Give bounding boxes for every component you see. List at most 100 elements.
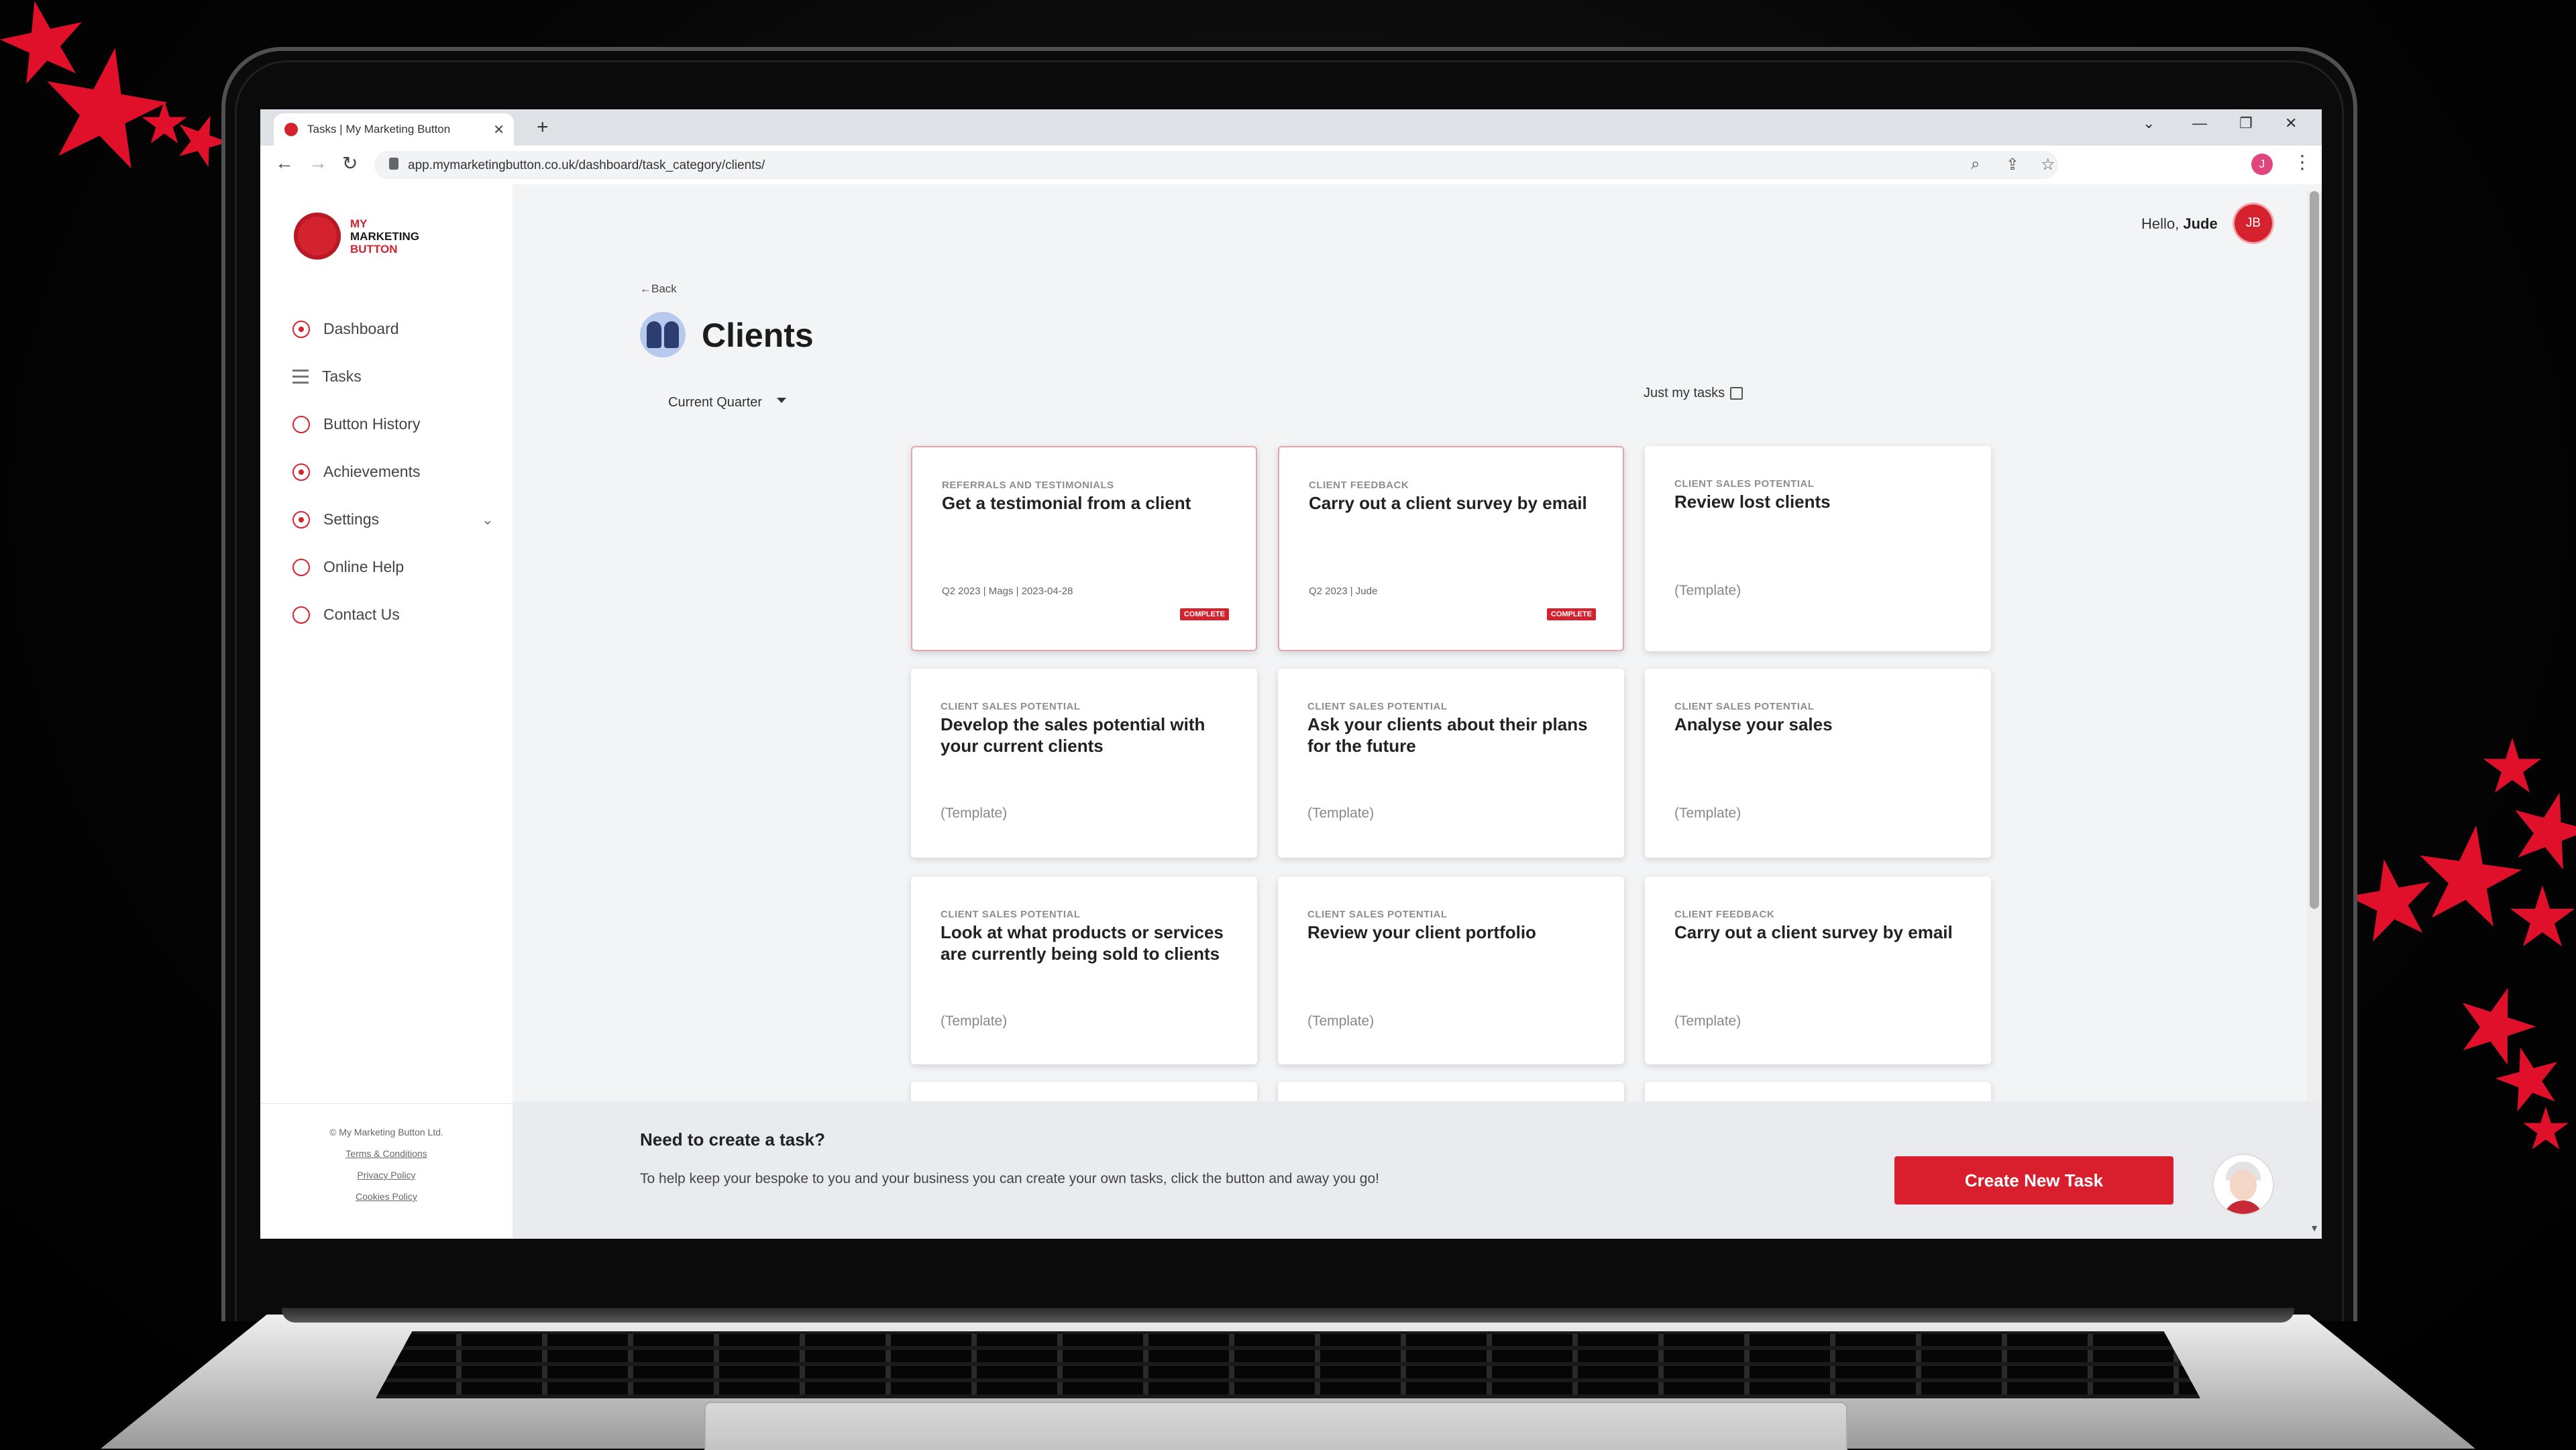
close-window-button[interactable]: ✕ — [2285, 115, 2297, 132]
close-tab-icon[interactable]: ✕ — [493, 121, 504, 138]
achievements-star-icon — [292, 463, 310, 481]
scrollbar[interactable] — [2307, 191, 2322, 1144]
browser-menu-icon[interactable]: ⋮ — [2293, 151, 2312, 173]
bookmark-star-icon[interactable]: ☆ — [2041, 155, 2055, 174]
just-my-tasks-label: Just my tasks — [1644, 386, 1725, 400]
task-title: Carry out a client survey by email — [1674, 922, 1953, 942]
logo[interactable]: MY MARKETING BUTTON — [294, 213, 419, 260]
cookies-link[interactable]: Cookies Policy — [260, 1186, 513, 1207]
lock-icon — [389, 158, 398, 170]
template-label: (Template) — [1674, 805, 1741, 821]
just-my-tasks-checkbox[interactable] — [1730, 387, 1743, 400]
address-bar: ← → ↻ app.mymarketingbutton.co.uk/dashbo… — [260, 146, 2322, 185]
back-arrow-icon: ← — [640, 282, 651, 295]
task-card[interactable]: CLIENT SALES POTENTIAL Ask your clients … — [1278, 669, 1624, 858]
status-badge: COMPLETE — [1179, 608, 1229, 620]
share-icon[interactable]: ⇪ — [2006, 155, 2019, 174]
status-badge: COMPLETE — [1546, 608, 1596, 620]
quarter-filter-label: Current Quarter — [668, 395, 763, 410]
task-title: Ask your clients about their plans for t… — [1307, 714, 1588, 756]
task-title: Look at what products or services are cu… — [941, 922, 1224, 964]
task-card[interactable]: REFERRALS AND TESTIMONIALS Get a testimo… — [911, 446, 1257, 651]
favicon-icon — [284, 123, 298, 136]
task-title: Get a testimonial from a client — [942, 493, 1191, 513]
scrollbar-thumb[interactable] — [2310, 191, 2319, 909]
tasks-list-icon — [292, 370, 309, 384]
task-card[interactable]: CLIENT SALES POTENTIAL Review your clien… — [1278, 877, 1624, 1064]
back-arrow-icon[interactable]: ← — [275, 152, 294, 174]
browser-tab[interactable]: Tasks | My Marketing Button ✕ — [274, 113, 514, 146]
user-name: Jude — [2183, 215, 2218, 232]
task-card[interactable]: CLIENT SALES POTENTIAL Analyse your sale… — [1645, 669, 1991, 858]
task-title: Review lost clients — [1674, 492, 1831, 512]
chevron-down-icon[interactable]: ⌄ — [482, 511, 494, 528]
profile-avatar[interactable]: J — [2251, 154, 2273, 175]
page-title: Clients — [702, 317, 814, 354]
url-field[interactable]: app.mymarketingbutton.co.uk/dashboard/ta… — [374, 151, 2058, 179]
task-category: CLIENT FEEDBACK — [1309, 480, 1409, 491]
sidebar-item-label: Contact Us — [323, 606, 400, 623]
scroll-down-arrow-icon[interactable]: ▼ — [2310, 1223, 2319, 1233]
task-card[interactable]: CLIENT SALES POTENTIAL Develop the sales… — [911, 669, 1257, 858]
template-label: (Template) — [941, 1013, 1008, 1029]
sidebar-item-dashboard[interactable]: Dashboard — [292, 305, 494, 353]
settings-gear-icon — [292, 510, 310, 528]
tab-bar: Tasks | My Marketing Button ✕ + ⌄ — ❐ ✕ — [260, 109, 2322, 146]
task-card[interactable]: CLIENT SALES POTENTIAL Look at what prod… — [911, 877, 1257, 1064]
new-tab-button[interactable]: + — [537, 116, 549, 139]
reload-icon[interactable]: ↻ — [342, 152, 358, 174]
task-title: Review your client portfolio — [1307, 922, 1536, 942]
sidebar-footer: © My Marketing Button Ltd. Terms & Condi… — [260, 1103, 513, 1239]
terms-link[interactable]: Terms & Conditions — [260, 1143, 513, 1164]
restore-button[interactable]: ❐ — [2239, 115, 2253, 132]
sidebar-item-label: Online Help — [323, 558, 405, 575]
back-link[interactable]: ←Back — [640, 282, 677, 296]
privacy-link[interactable]: Privacy Policy — [260, 1164, 513, 1186]
task-meta: Q2 2023 | Jude — [1309, 585, 1378, 597]
task-card[interactable]: CLIENT SALES POTENTIAL Review lost clien… — [1645, 446, 1991, 651]
clients-icon — [640, 312, 686, 357]
task-category: CLIENT SALES POTENTIAL — [1307, 701, 1448, 712]
forward-arrow-icon[interactable]: → — [309, 152, 327, 174]
just-my-tasks-toggle[interactable]: Just my tasks — [1644, 386, 1743, 401]
template-label: (Template) — [1674, 583, 1741, 598]
template-label: (Template) — [1307, 805, 1375, 821]
quarter-filter-dropdown[interactable]: Current Quarter — [668, 395, 787, 410]
tab-list-icon[interactable]: ⌄ — [2143, 115, 2155, 132]
minimize-button[interactable]: — — [2192, 115, 2207, 132]
template-label: (Template) — [941, 805, 1008, 821]
laptop-keyboard — [376, 1331, 2200, 1398]
zoom-icon[interactable]: ⌕ — [1971, 155, 1980, 174]
sidebar-item-achievements[interactable]: Achievements — [292, 448, 494, 496]
copyright-text: © My Marketing Button Ltd. — [329, 1127, 443, 1137]
create-new-task-button[interactable]: Create New Task — [1894, 1156, 2174, 1205]
lifebuoy-icon — [292, 558, 310, 576]
task-category: CLIENT SALES POTENTIAL — [1674, 478, 1815, 490]
sidebar-item-label: Tasks — [322, 368, 362, 385]
greeting: Hello, Jude — [2141, 215, 2218, 233]
task-title: Develop the sales potential with your cu… — [941, 714, 1205, 756]
task-card[interactable]: CLIENT FEEDBACK Carry out a client surve… — [1645, 877, 1991, 1064]
sidebar-item-contact-us[interactable]: Contact Us — [292, 591, 494, 638]
main-content: Hello, Jude JB ←Back Clients Current Qua… — [513, 184, 2322, 1239]
sidebar-item-tasks[interactable]: Tasks — [292, 353, 494, 400]
user-avatar[interactable]: JB — [2235, 205, 2272, 242]
laptop-hinge — [282, 1308, 2294, 1323]
template-label: (Template) — [1307, 1013, 1375, 1029]
sidebar-item-button-history[interactable]: Button History — [292, 400, 494, 448]
logo-text-line1: MY — [350, 217, 368, 230]
tab-title: Tasks | My Marketing Button — [307, 123, 451, 135]
template-label: (Template) — [1674, 1013, 1741, 1029]
logo-text-line3: BUTTON — [350, 242, 398, 256]
task-card[interactable]: CLIENT FEEDBACK Carry out a client surve… — [1278, 446, 1624, 651]
sidebar-item-label: Button History — [323, 415, 421, 433]
helper-avatar[interactable] — [2214, 1155, 2273, 1214]
task-category: REFERRALS AND TESTIMONIALS — [942, 480, 1114, 491]
laptop-trackpad — [704, 1402, 1847, 1450]
sidebar-item-online-help[interactable]: Online Help — [292, 543, 494, 591]
sidebar-item-settings[interactable]: Settings ⌄ — [292, 496, 494, 543]
task-category: CLIENT SALES POTENTIAL — [1307, 909, 1448, 920]
contact-phone-icon — [292, 606, 310, 624]
browser-window: Tasks | My Marketing Button ✕ + ⌄ — ❐ ✕ … — [260, 109, 2322, 1239]
task-title: Analyse your sales — [1674, 714, 1833, 734]
